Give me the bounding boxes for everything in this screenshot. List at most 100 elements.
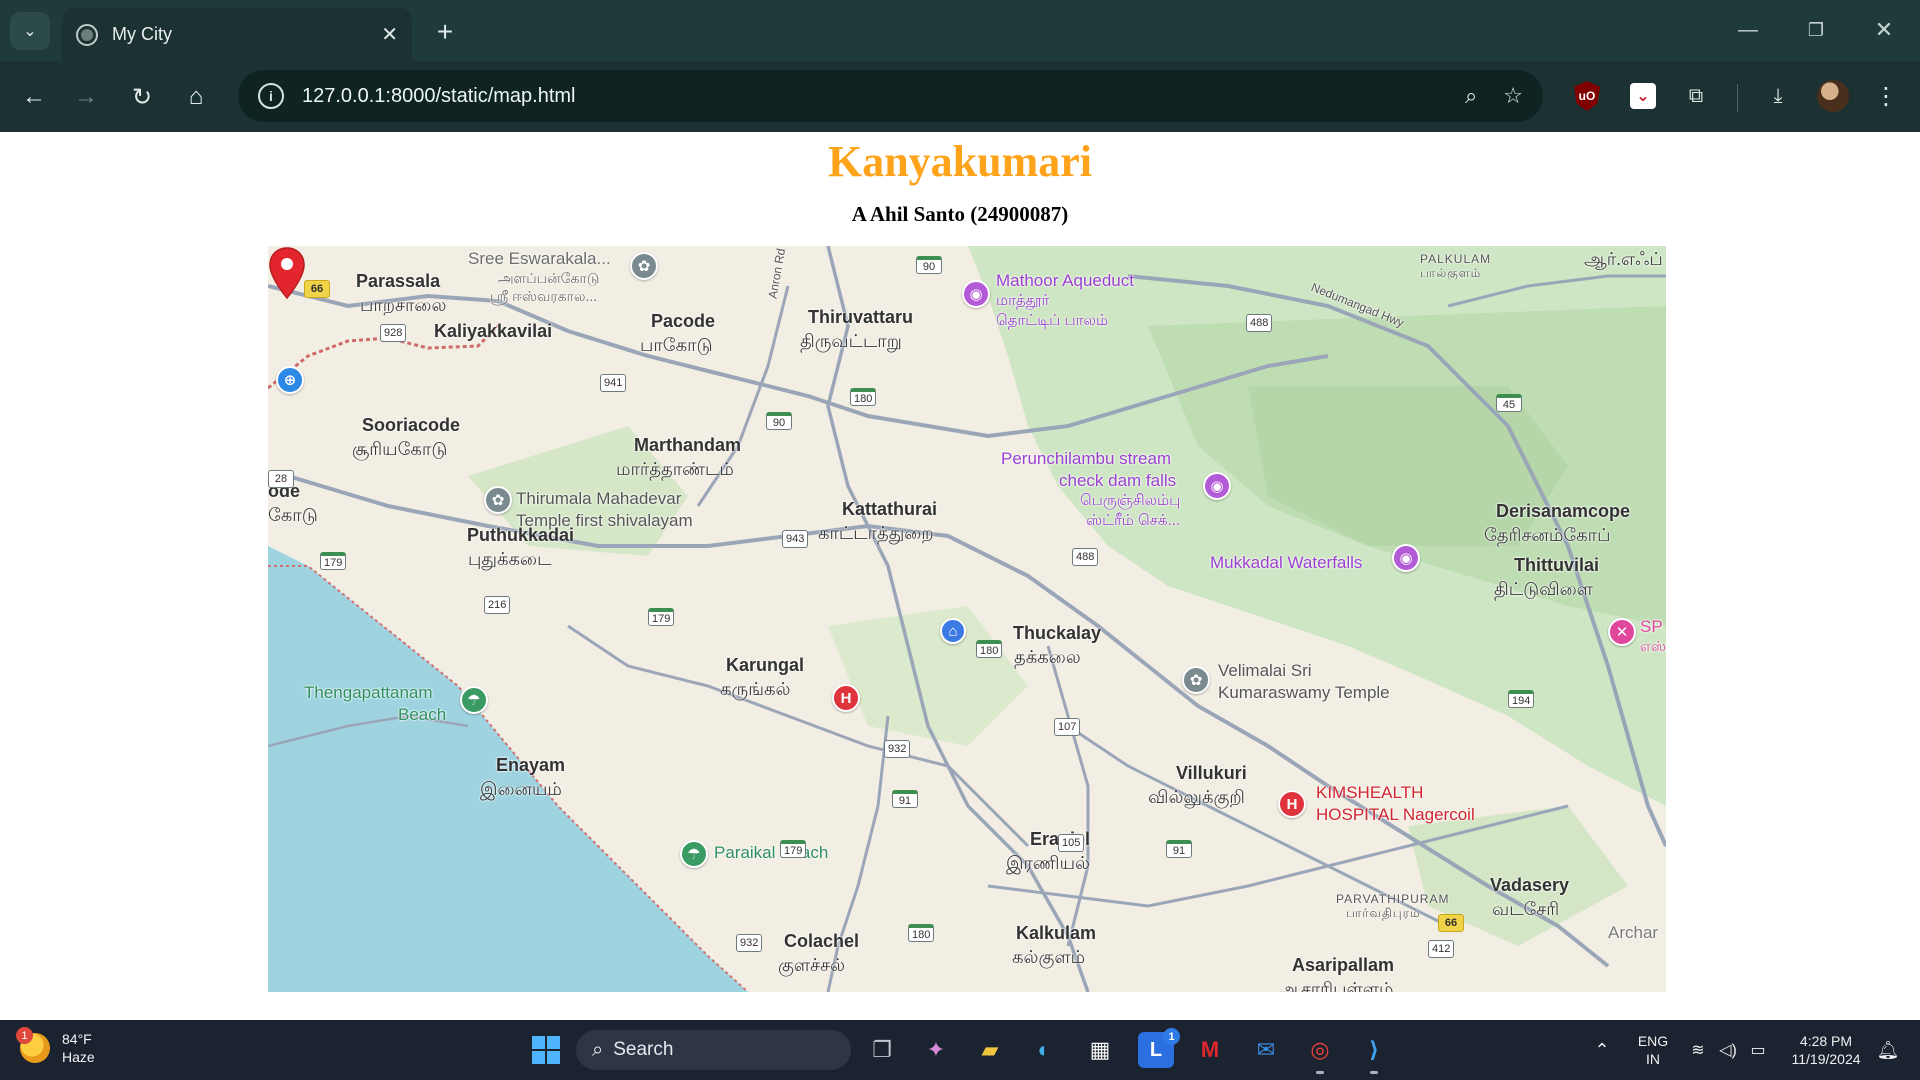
place-thittuvilai: Thittuvilai [1514,555,1599,575]
place-kattathurai: Kattathurai [842,499,938,519]
poi-perunchilambu: Perunchilambu stream [1001,449,1172,468]
profile-avatar[interactable] [1817,80,1849,112]
new-tab-button[interactable]: + [425,12,465,52]
road-shield: 179 [320,552,347,570]
file-explorer-icon[interactable]: ▰ [972,1032,1008,1068]
copilot-icon[interactable]: ✦ [918,1032,954,1068]
road-shield: 180 [850,388,877,406]
place-thiruvattaru: Thiruvattaru [808,307,914,327]
google-map[interactable]: Parassala பாறசாலை Kaliyakkavilai Pacode … [268,246,1666,992]
place-kalkulam: Kalkulam [1016,923,1097,943]
clock[interactable]: 4:28 PM 11/19/2024 [1784,1020,1868,1080]
volume-icon[interactable]: ◁) [1714,1020,1742,1080]
place-ode-ta: கோடு [268,505,318,525]
road-shield: 91 [892,790,918,808]
notifications-bell-icon[interactable]: 🔔︎ [1874,1020,1902,1080]
tab-my-city[interactable]: My City ✕ [62,8,412,61]
ublock-extension-icon[interactable]: uO [1574,81,1600,111]
road-shield: 194 [1508,690,1535,708]
beach-pin-icon[interactable]: ☂ [680,840,708,868]
road-shield: 90 [766,412,792,430]
poi-mathoor: Mathoor Aqueduct [996,271,1134,290]
weather-temperature: 84°F [62,1031,92,1047]
mcafee-icon[interactable]: M [1192,1032,1228,1068]
weather-badge: 1 [16,1027,33,1045]
road-shield: 412 [1428,940,1455,958]
outlook-icon[interactable]: ✉ [1248,1032,1284,1068]
camera-pin-icon[interactable]: ◉ [962,280,990,308]
road-shield: 90 [916,256,942,274]
temple-pin-icon[interactable]: ✿ [630,252,658,280]
taskbar-search[interactable]: ⌕ Search [576,1030,851,1070]
microsoft-store-icon[interactable]: ▦ [1082,1032,1118,1068]
road-shield: 179 [648,608,675,626]
place-vadasery-ta: வடசேரி [1492,899,1560,919]
menu-kebab-icon[interactable]: ⋮ [1868,78,1904,114]
hospital-pin-icon[interactable]: H [832,684,860,712]
poi-velimalai2: Kumaraswamy Temple [1218,683,1390,702]
site-info-icon[interactable]: i [258,83,284,109]
road-shield: 107 [1054,718,1081,736]
temple-pin-icon[interactable]: ✿ [1182,666,1210,694]
edge-browser-icon[interactable]: ◐ [1026,1032,1062,1068]
minimize-button[interactable]: — [1718,10,1778,50]
download-icon[interactable]: ⤓ [1760,78,1796,114]
show-hidden-icons-chevron-icon[interactable]: ⌃ [1588,1020,1616,1080]
road-shield: 179 [780,840,807,858]
poi-perunchilambu-ta1: பெருஞ்சிலம்பு [1080,492,1181,509]
home-button[interactable]: ⌂ [174,75,218,119]
camera-pin-icon[interactable]: ◉ [1203,472,1231,500]
vscode-icon[interactable]: ⟩ [1356,1032,1392,1074]
windows-taskbar: 1 84°F Haze ⌕ Search ❐ ✦ ▰ ◐ ▦ L 1 M ✉ ◎… [0,1020,1920,1080]
clock-time: 4:28 PM [1799,1032,1853,1049]
poi-thengapattanam: Thengapattanam [304,683,433,702]
location-marker-icon[interactable] [268,246,306,300]
place-villukuri-ta: வில்லுக்குறி [1148,787,1245,807]
url-text[interactable]: 127.0.0.1:8000/static/map.html [302,85,1439,108]
battery-icon[interactable]: ▭ [1744,1020,1772,1080]
pink-pin-icon[interactable]: ✕ [1608,618,1636,646]
language-indicator[interactable]: ENG IN [1626,1020,1680,1080]
place-thuckalay: Thuckalay [1013,623,1102,643]
place-enayam-ta: இனையம் [480,779,562,799]
wifi-icon[interactable]: ≋ [1684,1020,1712,1080]
poi-sree-eswara-ta1: அளப்பன்கோடு [498,270,600,286]
start-windows-icon[interactable] [528,1032,564,1068]
home-pin-icon[interactable]: ⌂ [940,618,966,644]
weather-widget[interactable]: 1 84°F Haze [16,1027,95,1066]
poi-mathoor-ta1: மாத்தூர் [996,292,1050,309]
beach-pin-icon[interactable]: ☂ [460,686,488,714]
chrome-icon[interactable]: ◎ [1302,1032,1338,1074]
poi-sp: SP [1640,617,1663,636]
tab-search-chevron-icon[interactable]: ⌄ [10,12,50,50]
camera-pin-icon[interactable]: ◉ [1392,544,1420,572]
extensions-puzzle-icon[interactable]: ⧉ [1678,78,1714,114]
task-view-icon[interactable]: ❐ [864,1032,900,1068]
restore-button[interactable]: ❐ [1786,10,1846,50]
todo-badge: 1 [1163,1028,1180,1045]
road-shield: 180 [908,924,935,942]
search-label: Search [613,1039,674,1060]
close-tab-icon[interactable]: ✕ [381,22,398,47]
temple-pin-icon[interactable]: ✿ [484,486,512,514]
todo-app-icon[interactable]: L 1 [1138,1028,1180,1068]
shopping-pin-icon[interactable]: ⊕ [276,366,304,394]
back-button[interactable]: ← [12,75,56,119]
close-window-button[interactable]: ✕ [1854,10,1914,50]
hospital-pin-icon[interactable]: H [1278,790,1306,818]
place-sooriacode: Sooriacode [362,415,461,435]
pocket-extension-icon[interactable]: ⌄ [1630,83,1656,109]
road-shield: 28 [268,470,294,488]
reload-button[interactable]: ↻ [120,75,164,119]
place-kaliyakkavilai: Kaliyakkavilai [434,321,553,341]
place-colachel-ta: குளச்சல் [778,955,846,975]
region-code: IN [1646,1051,1660,1067]
place-eraniel-ta: இரணியல் [1006,853,1090,873]
bookmark-star-icon[interactable]: ☆ [1503,83,1523,109]
forward-button[interactable]: → [64,75,108,119]
address-bar[interactable]: i 127.0.0.1:8000/static/map.html ⌕ ☆ [238,70,1543,122]
place-parassala: Parassala [356,271,441,291]
road-shield: 943 [782,530,809,548]
zoom-icon[interactable]: ⌕ [1465,83,1477,109]
place-sooriacode-ta: சூரியகோடு [352,439,448,459]
